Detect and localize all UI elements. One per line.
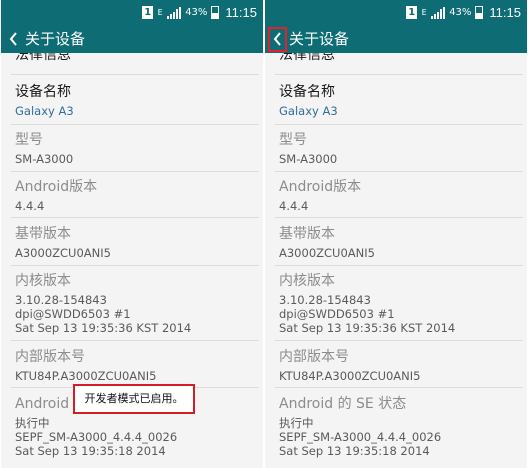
divider	[275, 74, 523, 75]
status-icons: 1 E 43% 11:15	[142, 3, 257, 22]
model-title: 型号	[15, 132, 43, 148]
kernel-line-1: 3.10.28-154843	[279, 293, 371, 307]
kernel-line-1: 3.10.28-154843	[15, 293, 107, 307]
android-version-title: Android版本	[279, 179, 362, 195]
se-status-line-2: SEPF_SM-A3000_4.4.4_0026	[279, 430, 442, 444]
action-bar: 关于设备	[265, 25, 527, 53]
divider	[275, 265, 523, 266]
battery-icon	[475, 6, 484, 19]
notification-icon: 1	[406, 6, 418, 19]
android-version-value: 4.4.4	[15, 199, 45, 213]
legal-info-title: 法律信息	[279, 53, 335, 63]
legal-info-item[interactable]: 法律信息	[15, 53, 259, 64]
android-version-title: Android版本	[15, 179, 98, 195]
screen-right: 1 E 43% 11:15 关于设备 法律信息 设备名称 Galaxy A3 型…	[265, 0, 527, 468]
kernel-line-2: dpi@SWDD6503 #1	[279, 307, 395, 321]
kernel-item: 内核版本 3.10.28-154843 dpi@SWDD6503 #1 Sat …	[15, 272, 259, 335]
se-status-item: Android 的 SE 状态 执行中 SEPF_SM-A3000_4.4.4_…	[279, 395, 523, 458]
baseband-title: 基带版本	[15, 226, 71, 242]
model-item: 型号 SM-A3000	[279, 131, 523, 166]
se-status-line-3: Sat Sep 13 19:35:18 2014	[279, 444, 430, 458]
signal-icon	[167, 6, 182, 19]
divider	[275, 387, 523, 388]
model-value: SM-A3000	[15, 152, 74, 166]
back-button[interactable]	[4, 27, 22, 51]
legal-info-title: 法律信息	[15, 53, 71, 63]
status-time: 11:15	[489, 5, 521, 20]
se-status-line-1: 执行中	[15, 416, 50, 430]
divider	[11, 265, 259, 266]
divider	[275, 124, 523, 125]
build-number-title: 内部版本号	[279, 349, 349, 365]
device-name-title: 设备名称	[279, 84, 335, 100]
status-bar: 1 E 43% 11:15	[1, 0, 263, 25]
android-version-value: 4.4.4	[279, 199, 309, 213]
kernel-item: 内核版本 3.10.28-154843 dpi@SWDD6503 #1 Sat …	[279, 272, 523, 335]
battery-icon	[211, 6, 220, 19]
developer-mode-toast: 开发者模式已启用。	[73, 384, 195, 414]
chevron-left-icon	[9, 32, 17, 46]
baseband-item: 基带版本 A3000ZCU0ANI5	[279, 225, 523, 260]
page-title: 关于设备	[289, 30, 350, 48]
kernel-line-2: dpi@SWDD6503 #1	[15, 307, 131, 321]
model-item: 型号 SM-A3000	[15, 131, 259, 166]
divider	[11, 217, 259, 218]
action-bar: 关于设备	[1, 25, 263, 53]
model-value: SM-A3000	[279, 152, 338, 166]
screen-left: 1 E 43% 11:15 关于设备 法律信息 设备名称 Galaxy A3 型…	[1, 0, 263, 468]
build-number-title: 内部版本号	[15, 349, 85, 365]
baseband-title: 基带版本	[279, 226, 335, 242]
build-number-item[interactable]: 内部版本号 KTU84P.A3000ZCU0ANI5	[279, 348, 523, 383]
se-status-line-3: Sat Sep 13 19:35:18 2014	[15, 444, 166, 458]
status-icons: 1 E 43% 11:15	[406, 3, 521, 22]
divider	[11, 340, 259, 341]
divider	[275, 340, 523, 341]
divider	[11, 124, 259, 125]
kernel-title: 内核版本	[15, 273, 71, 289]
se-status-line-1: 执行中	[279, 416, 314, 430]
divider	[11, 74, 259, 75]
battery-percent: 43%	[185, 7, 208, 18]
signal-icon	[431, 6, 446, 19]
device-name-title: 设备名称	[15, 84, 71, 100]
device-name-item[interactable]: 设备名称 Galaxy A3	[279, 83, 523, 118]
chevron-left-icon	[273, 32, 281, 46]
status-time: 11:15	[225, 5, 257, 20]
baseband-value: A3000ZCU0ANI5	[279, 246, 375, 260]
build-number-value: KTU84P.A3000ZCU0ANI5	[279, 369, 421, 383]
baseband-value: A3000ZCU0ANI5	[15, 246, 111, 260]
divider	[275, 217, 523, 218]
device-name-item[interactable]: 设备名称 Galaxy A3	[15, 83, 259, 118]
page-title: 关于设备	[25, 30, 86, 48]
build-number-value: KTU84P.A3000ZCU0ANI5	[15, 369, 157, 383]
network-type-label: E	[421, 7, 427, 17]
kernel-line-3: Sat Sep 13 19:35:36 KST 2014	[15, 321, 192, 335]
kernel-title: 内核版本	[279, 273, 335, 289]
baseband-item: 基带版本 A3000ZCU0ANI5	[15, 225, 259, 260]
divider	[11, 171, 259, 172]
legal-info-item[interactable]: 法律信息	[279, 53, 523, 64]
device-name-value: Galaxy A3	[15, 104, 74, 118]
se-status-title: Android 的 SE 状态	[279, 396, 407, 412]
divider	[275, 171, 523, 172]
android-version-item[interactable]: Android版本 4.4.4	[15, 178, 259, 213]
back-button[interactable]	[268, 27, 286, 51]
se-status-line-2: SEPF_SM-A3000_4.4.4_0026	[15, 430, 178, 444]
android-version-item[interactable]: Android版本 4.4.4	[279, 178, 523, 213]
model-title: 型号	[279, 132, 307, 148]
kernel-line-3: Sat Sep 13 19:35:36 KST 2014	[279, 321, 456, 335]
battery-percent: 43%	[449, 7, 472, 18]
status-bar: 1 E 43% 11:15	[265, 0, 527, 25]
notification-icon: 1	[142, 6, 154, 19]
build-number-item[interactable]: 内部版本号 KTU84P.A3000ZCU0ANI5	[15, 348, 259, 383]
network-type-label: E	[157, 7, 163, 17]
device-name-value: Galaxy A3	[279, 104, 338, 118]
settings-list: 法律信息 设备名称 Galaxy A3 型号 SM-A3000 Android版…	[265, 53, 527, 468]
